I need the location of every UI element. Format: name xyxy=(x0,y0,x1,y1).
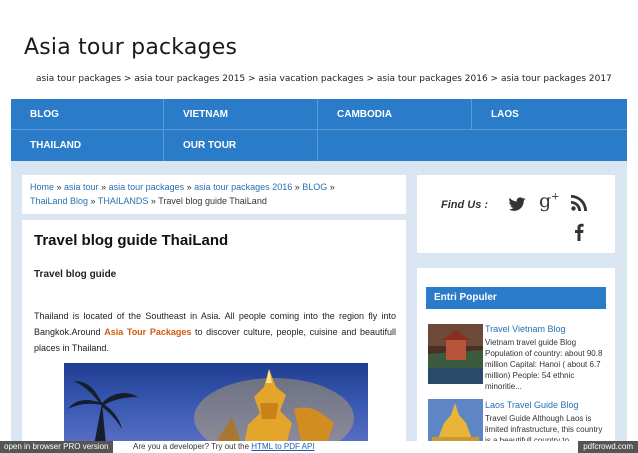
nav-item-cambodia[interactable]: CAMBODIA xyxy=(318,99,472,130)
thailand-temple-illustration xyxy=(68,369,354,445)
post-article: Travel blog guide ThaiLand Travel blog g… xyxy=(22,220,406,445)
breadcrumb-home[interactable]: Home xyxy=(30,182,54,192)
pdfcrowd-bar: open in browser PRO version Are you a de… xyxy=(0,441,638,453)
breadcrumb-asia-tour-packages[interactable]: asia tour packages xyxy=(109,182,185,192)
post-body: Thailand is located of the Southeast in … xyxy=(34,308,396,356)
breadcrumb-current: Travel blog guide ThaiLand xyxy=(158,196,267,206)
pdf-message-text: Are you a developer? Try out the xyxy=(133,442,252,451)
breadcrumb-thailand-blog[interactable]: ThaiLand Blog xyxy=(30,196,88,206)
popular-thumb-vietnam[interactable] xyxy=(428,324,483,384)
open-in-browser-button[interactable]: open in browser PRO version xyxy=(0,441,113,453)
breadcrumb-thailands[interactable]: THAILANDS xyxy=(98,196,149,206)
nav-item-vietnam[interactable]: VIETNAM xyxy=(164,99,318,130)
popular-title-laos[interactable]: Laos Travel Guide Blog xyxy=(485,400,579,410)
nav-item-thailand[interactable]: THAILAND xyxy=(11,130,164,161)
rss-icon[interactable] xyxy=(571,195,587,216)
asia-tour-packages-link[interactable]: Asia Tour Packages xyxy=(104,327,191,337)
main-navigation: BLOG VIETNAM CAMBODIA LAOS THAILAND OUR … xyxy=(11,99,627,161)
find-us-widget: Find Us : g+ xyxy=(417,175,615,253)
google-plus-icon[interactable]: g+ xyxy=(539,190,560,212)
breadcrumb: Home » asia tour » asia tour packages » … xyxy=(22,175,406,214)
post-title: Travel blog guide ThaiLand xyxy=(34,232,229,249)
post-subtitle: Travel blog guide xyxy=(34,269,117,280)
site-tagline: asia tour packages > asia tour packages … xyxy=(36,74,612,84)
nav-row-2: THAILAND OUR TOUR xyxy=(11,130,627,161)
popular-desc-vietnam: Vietnam travel guide Blog Population of … xyxy=(485,338,603,391)
page: Asia tour packages asia tour packages > … xyxy=(0,0,638,453)
popular-posts-widget: Entri Populer Travel Vietnam Blog Vietna… xyxy=(417,268,615,448)
popular-posts-header: Entri Populer xyxy=(426,287,606,309)
site-title[interactable]: Asia tour packages xyxy=(24,35,237,60)
popular-title-vietnam[interactable]: Travel Vietnam Blog xyxy=(485,324,566,334)
nav-row-1: BLOG VIETNAM CAMBODIA LAOS xyxy=(11,99,627,130)
facebook-icon[interactable] xyxy=(574,223,584,246)
html-to-pdf-api-link[interactable]: HTML to PDF API xyxy=(251,442,314,451)
breadcrumb-blog[interactable]: BLOG xyxy=(302,182,327,192)
twitter-icon[interactable] xyxy=(508,197,526,217)
find-us-label: Find Us : xyxy=(441,199,489,211)
nav-item-blog[interactable]: BLOG xyxy=(11,99,164,130)
breadcrumb-asia-tour-packages-2016[interactable]: asia tour packages 2016 xyxy=(194,182,292,192)
nav-item-laos[interactable]: LAOS xyxy=(472,99,627,130)
nav-item-our-tour[interactable]: OUR TOUR xyxy=(164,130,318,161)
thailand-temple-image xyxy=(64,363,368,445)
pdf-developer-message: Are you a developer? Try out the HTML to… xyxy=(133,441,315,453)
pdfcrowd-link[interactable]: pdfcrowd.com xyxy=(578,441,638,453)
breadcrumb-asia-tour[interactable]: asia tour xyxy=(64,182,99,192)
